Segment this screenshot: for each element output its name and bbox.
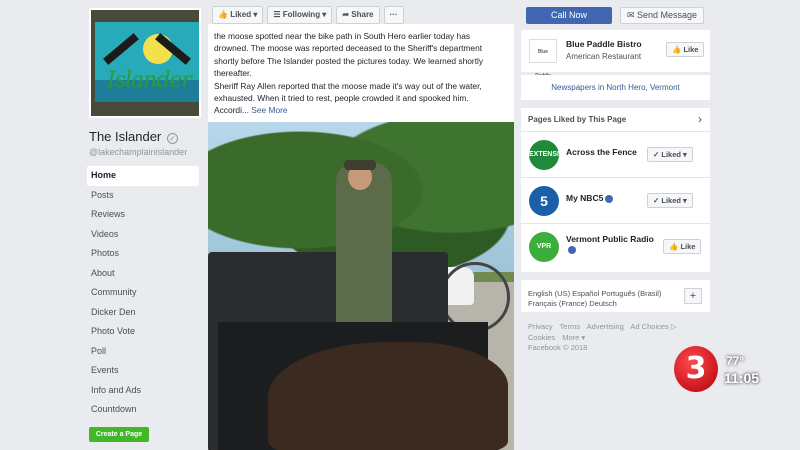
post-line: the moose spotted near the bike path in … <box>214 31 471 41</box>
nav-item-countdown[interactable]: Countdown <box>87 400 199 420</box>
cover-photo[interactable]: Islander <box>89 8 201 118</box>
nav-item-home[interactable]: Home <box>87 166 199 186</box>
nav-item-photos[interactable]: Photos <box>87 244 199 264</box>
page-action-bar: 👍 Liked ▾ ☰ Following ▾ ➦ Share ··· <box>212 6 512 26</box>
station-clock: 11:05 <box>724 370 760 386</box>
newspapers-link[interactable]: Newspapers in North Hero, Vermont <box>521 75 710 100</box>
page-name-text[interactable]: The Islander <box>89 129 161 144</box>
post-line: Sheriff Ray Allen reported that the moos… <box>214 80 482 91</box>
messenger-icon: ✉ <box>626 10 637 20</box>
footer-link-advertising[interactable]: Advertising <box>587 322 624 331</box>
station-temperature: 77° <box>726 354 745 368</box>
footer-copyright: Facebook © 2018 <box>528 343 588 352</box>
station-logo-icon: 3 <box>674 346 718 392</box>
liked-page-name[interactable]: Vermont Public Radio <box>566 234 654 254</box>
photo-moose <box>268 342 508 450</box>
bistro-category: American Restaurant <box>566 52 642 61</box>
liked-dropdown-button[interactable]: ✓ Liked ▾ <box>647 193 693 208</box>
footer-link-more[interactable]: More ▾ <box>562 333 585 342</box>
across-the-fence-avatar[interactable]: EXTENSION <box>529 140 569 170</box>
chevron-right-icon[interactable]: › <box>698 112 702 126</box>
more-options-button[interactable]: ··· <box>383 6 404 24</box>
nav-item-videos[interactable]: Videos <box>87 225 199 245</box>
post-line: shortly before The Islander posted the p… <box>214 55 484 66</box>
share-button[interactable]: ➦ Share <box>336 6 380 24</box>
nav-item-about[interactable]: About <box>87 264 199 284</box>
page-title[interactable]: The Islander ✓ <box>89 129 178 144</box>
footer-link-terms[interactable]: Terms <box>560 322 580 331</box>
add-language-button[interactable]: + <box>684 288 702 304</box>
liked-label: Liked <box>661 150 681 159</box>
post-photo[interactable] <box>208 122 514 450</box>
station-bug: 3 77° 11:05 <box>674 346 784 394</box>
liked-label: Liked <box>661 196 681 205</box>
pages-liked-card: Pages Liked by This Page › EXTENSION Acr… <box>521 108 710 272</box>
footer-link-ad-choices[interactable]: Ad Choices ▷ <box>630 322 676 331</box>
post-line-last: Accordi... See More <box>214 104 508 116</box>
following-label: Following <box>282 10 321 19</box>
post-truncated-text: Accordi... <box>214 105 249 116</box>
nav-item-dicker-den[interactable]: Dicker Den <box>87 303 199 323</box>
nav-item-reviews[interactable]: Reviews <box>87 205 199 225</box>
liked-page-name[interactable]: My NBC5 <box>566 193 614 203</box>
language-links[interactable]: English (US) Español Português (Brasil) <box>528 289 661 298</box>
vpr-avatar[interactable]: VPR <box>529 232 559 262</box>
post-body: the moose spotted near the bike path in … <box>208 24 514 122</box>
bistro-logo[interactable]: Blue Paddle <box>529 39 557 79</box>
verified-badge-icon <box>568 245 576 254</box>
liked-page-name-text[interactable]: Vermont Public Radio <box>566 234 654 244</box>
nav-item-community[interactable]: Community <box>87 283 199 303</box>
nav-item-poll[interactable]: Poll <box>87 342 199 362</box>
language-selector: English (US) Español Português (Brasil) … <box>521 280 710 312</box>
liked-label: Liked <box>230 10 252 19</box>
liked-button[interactable]: 👍 Liked ▾ <box>212 6 264 24</box>
bistro-name[interactable]: Blue Paddle Bistro <box>566 39 642 49</box>
nav-item-info-ads[interactable]: Info and Ads <box>87 381 199 401</box>
nav-item-events[interactable]: Events <box>87 361 199 381</box>
language-links[interactable]: Français (France) Deutsch <box>528 299 617 308</box>
footer-link-cookies[interactable]: Cookies <box>528 333 555 342</box>
nav-item-posts[interactable]: Posts <box>87 186 199 206</box>
thumbs-up-icon: 👍 <box>669 242 681 251</box>
verified-check-icon: ✓ <box>166 133 178 144</box>
thumbs-up-icon: 👍 <box>672 45 684 54</box>
create-page-button[interactable]: Create a Page <box>89 427 149 442</box>
liked-page-name-text[interactable]: My NBC5 <box>566 193 603 203</box>
following-button[interactable]: ☰ Following ▾ <box>267 6 333 24</box>
call-now-button[interactable]: Call Now <box>526 7 612 24</box>
verified-badge-icon <box>605 194 614 203</box>
footer-link-privacy[interactable]: Privacy <box>528 322 553 331</box>
send-message-button[interactable]: ✉ Send Message <box>620 7 704 24</box>
bistro-like-button[interactable]: 👍 Like <box>666 42 705 57</box>
page-handle: @lakechamplainislander <box>89 147 188 157</box>
page-nav: Home Posts Reviews Videos Photos About C… <box>87 166 199 420</box>
share-icon: ➦ <box>342 10 352 19</box>
liked-page-row[interactable]: VPR Vermont Public Radio 👍 Like <box>521 223 710 268</box>
post-line: drowned. The moose was reported deceased… <box>214 43 483 54</box>
thumbs-up-icon: 👍 <box>218 10 231 19</box>
pages-liked-header[interactable]: Pages Liked by This Page <box>528 115 626 124</box>
liked-dropdown-button[interactable]: ✓ Liked ▾ <box>647 147 693 162</box>
send-message-label: Send Message <box>637 10 698 20</box>
nbc5-avatar[interactable]: 5 <box>529 186 559 216</box>
related-page-card: Blue Paddle Blue Paddle Bistro American … <box>521 30 710 79</box>
nav-item-photo-vote[interactable]: Photo Vote <box>87 322 199 342</box>
like-button[interactable]: 👍 Like <box>663 239 702 254</box>
cover-logo-text: Islander <box>107 68 192 93</box>
post-line: thereafter. <box>214 68 252 79</box>
cta-row: Call Now ✉ Send Message <box>526 7 710 25</box>
like-label: Like <box>683 45 699 54</box>
like-label: Like <box>680 242 696 251</box>
see-more-link[interactable]: See More <box>251 105 287 115</box>
liked-page-row[interactable]: 5 My NBC5 ✓ Liked ▾ <box>521 177 710 222</box>
share-label: Share <box>351 10 374 19</box>
photo-officer-hat <box>344 160 376 170</box>
post-line: exhausted. When it tried to rest, people… <box>214 93 469 104</box>
liked-page-row[interactable]: EXTENSION Across the Fence ✓ Liked ▾ <box>521 131 710 176</box>
rss-icon: ☰ <box>273 10 283 19</box>
liked-page-name[interactable]: Across the Fence <box>566 147 637 157</box>
